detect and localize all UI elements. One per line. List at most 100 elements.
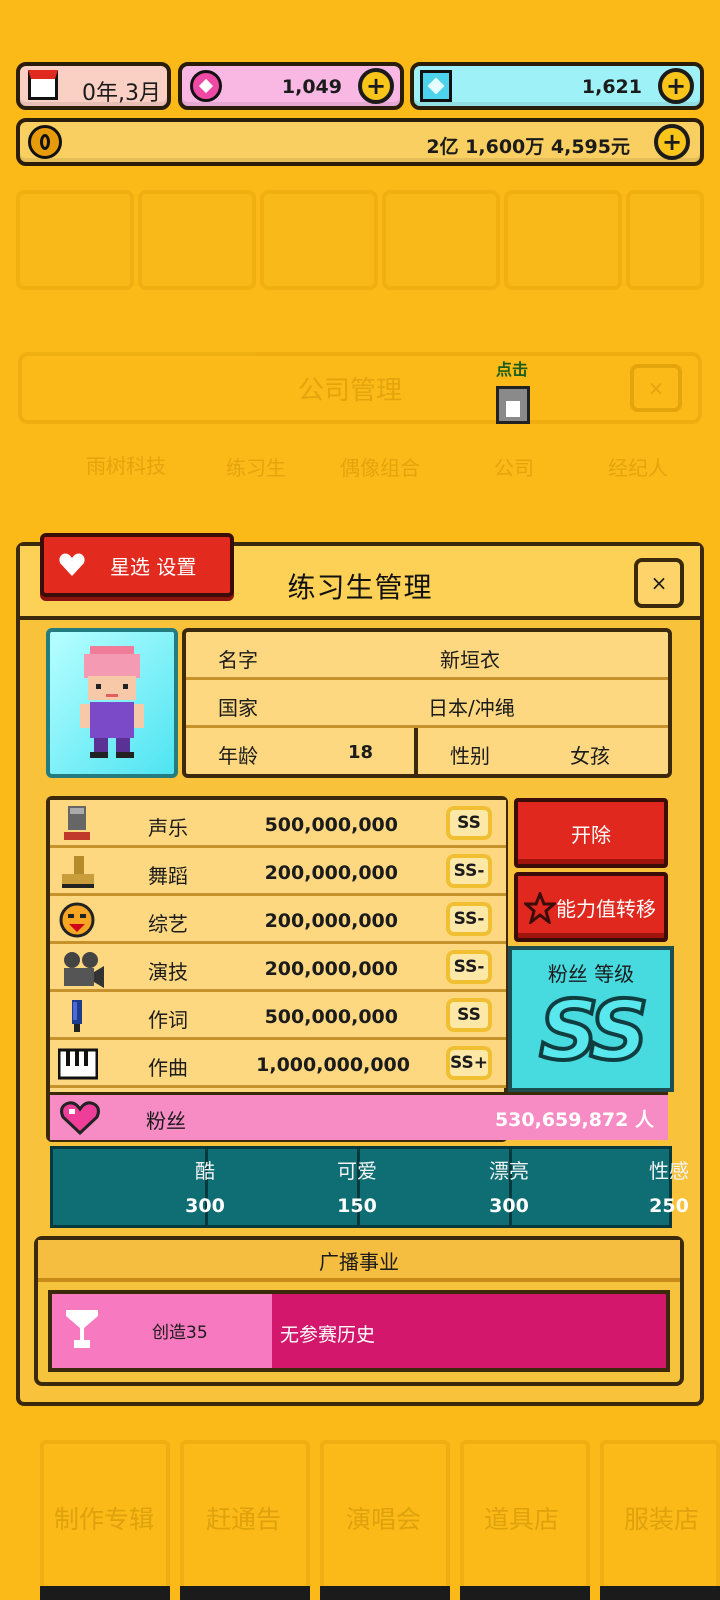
nav-schedule: 赶通告 bbox=[206, 1505, 282, 1534]
show-history: 无参赛历史 bbox=[280, 1324, 376, 1346]
attributes-bar: 酷 300 可爱 150 漂亮 300 性感 250 bbox=[50, 1146, 689, 1228]
gender-label: 性别 bbox=[450, 744, 490, 768]
show-card[interactable]: 创造35 无参赛历史 bbox=[48, 1290, 670, 1372]
stat-grade: SS- bbox=[446, 950, 492, 984]
fan-level-grade: SS bbox=[512, 982, 670, 1081]
pen-icon bbox=[58, 998, 96, 1034]
close-icon: × bbox=[650, 571, 668, 595]
nav-clothing-shop: 服装店 bbox=[624, 1505, 700, 1534]
trainee-portrait-icon bbox=[80, 646, 144, 758]
money-value: 2亿 1,600万 4,595元 bbox=[426, 136, 630, 158]
cat-icon bbox=[496, 386, 530, 424]
camera-icon bbox=[58, 950, 104, 988]
plus-icon: + bbox=[661, 128, 683, 156]
grade-text: SS- bbox=[453, 909, 485, 929]
info-row-name: 名字 新垣衣 bbox=[186, 632, 668, 680]
country-label: 国家 bbox=[218, 696, 258, 720]
dismiss-button[interactable]: 开除 bbox=[514, 798, 668, 868]
broadcast-title: 广播事业 bbox=[319, 1250, 399, 1274]
stat-label: 综艺 bbox=[148, 912, 188, 936]
info-row-age-gender: 年龄 18 性别 女孩 bbox=[186, 728, 668, 776]
nav-album: 制作专辑 bbox=[54, 1505, 155, 1534]
grade-text: SS bbox=[457, 813, 481, 833]
calendar-icon bbox=[28, 70, 58, 100]
stat-value: 200,000,000 bbox=[264, 910, 398, 932]
star-setting-label: 星选 设置 bbox=[110, 555, 197, 579]
stat-grade: SS bbox=[446, 998, 492, 1032]
tab-company: 公司 bbox=[494, 456, 534, 480]
stat-grade: SS- bbox=[446, 854, 492, 888]
fan-level-label: 粉丝 等级 bbox=[547, 962, 635, 986]
stat-row-dance: 舞蹈 200,000,000 SS- bbox=[50, 848, 506, 896]
heart-icon bbox=[58, 551, 86, 577]
grade-text: SS bbox=[457, 1005, 481, 1025]
tab-trainee: 练习生 bbox=[226, 456, 286, 480]
stat-row-lyrics: 作词 500,000,000 SS bbox=[50, 992, 506, 1040]
stat-row-acting: 演技 200,000,000 SS- bbox=[50, 944, 506, 992]
company-close-icon: × bbox=[630, 364, 682, 412]
attr-cool: 酷 300 bbox=[53, 1149, 225, 1225]
stat-grade: SS- bbox=[446, 902, 492, 936]
broadcast-section: 广播事业 创造35 无参赛历史 bbox=[34, 1236, 684, 1386]
stat-label: 舞蹈 bbox=[148, 864, 188, 888]
variety-face-icon bbox=[58, 902, 96, 938]
stat-grade: SS bbox=[446, 806, 492, 840]
stat-row-variety: 综艺 200,000,000 SS- bbox=[50, 896, 506, 944]
tab-manager: 经纪人 bbox=[608, 456, 668, 480]
company-title: 公司管理 bbox=[298, 376, 403, 406]
show-name: 创造35 bbox=[152, 1323, 208, 1343]
coin-icon bbox=[28, 125, 62, 159]
tab-raintree: 雨树科技 bbox=[86, 454, 166, 478]
stat-row-vocal: 声乐 500,000,000 SS bbox=[50, 800, 506, 848]
add-blue-gem-button[interactable]: + bbox=[658, 68, 694, 104]
stat-grade: SS+ bbox=[446, 1046, 492, 1080]
tab-idol-group: 偶像组合 bbox=[340, 456, 420, 480]
click-hint[interactable]: 点击 bbox=[490, 356, 540, 434]
grade-text: SS+ bbox=[450, 1053, 488, 1073]
pink-gem-icon bbox=[190, 70, 222, 102]
age-value: 18 bbox=[348, 742, 374, 763]
attr-name: 性感 bbox=[649, 1159, 689, 1183]
add-money-button[interactable]: + bbox=[654, 124, 690, 160]
stat-label: 声乐 bbox=[148, 816, 188, 840]
attr-pretty: 漂亮 300 bbox=[357, 1149, 529, 1225]
microphone-icon bbox=[58, 806, 96, 842]
pink-gem-value: 1,049 bbox=[281, 76, 342, 98]
close-button[interactable]: × bbox=[634, 558, 684, 608]
dismiss-label: 开除 bbox=[571, 822, 611, 847]
show-tag: 创造35 bbox=[52, 1294, 272, 1368]
broadcast-header: 广播事业 bbox=[38, 1240, 680, 1282]
stat-label: 作曲 bbox=[148, 1056, 188, 1080]
add-pink-gem-button[interactable]: + bbox=[358, 68, 394, 104]
info-row-country: 国家 日本/冲绳 bbox=[186, 680, 668, 728]
attr-value: 250 bbox=[649, 1195, 689, 1217]
stat-value: 500,000,000 bbox=[264, 814, 398, 836]
age-label: 年龄 bbox=[218, 744, 258, 768]
fans-row: 粉丝 530,659,872 人 bbox=[50, 1092, 668, 1140]
fan-level-grade-text: SS bbox=[537, 982, 650, 1081]
fans-label: 粉丝 bbox=[146, 1109, 186, 1133]
fan-level-box: 粉丝 等级 SS bbox=[508, 946, 674, 1092]
heart-icon bbox=[60, 1101, 100, 1139]
trophy-icon bbox=[64, 1306, 100, 1358]
attr-cute: 可爱 150 bbox=[205, 1149, 377, 1225]
name-label: 名字 bbox=[218, 648, 258, 672]
stat-row-composition: 作曲 1,000,000,000 SS+ bbox=[50, 1040, 506, 1088]
stat-label: 演技 bbox=[148, 960, 188, 984]
attr-sexy: 性感 250 bbox=[511, 1149, 689, 1225]
stat-value: 200,000,000 bbox=[264, 958, 398, 980]
stat-label: 作词 bbox=[148, 1008, 188, 1032]
name-value: 新垣衣 bbox=[440, 648, 500, 672]
ability-transfer-button[interactable]: 能力值转移 bbox=[514, 872, 668, 942]
star-setting-button[interactable]: 星选 设置 bbox=[40, 533, 234, 597]
dance-shoe-icon bbox=[58, 854, 96, 890]
nav-concert: 演唱会 bbox=[346, 1505, 422, 1534]
stat-value: 200,000,000 bbox=[264, 862, 398, 884]
country-value: 日本/冲绳 bbox=[428, 696, 515, 720]
fans-value: 530,659,872 人 bbox=[494, 1109, 654, 1131]
blue-gem-value: 1,621 bbox=[581, 76, 642, 98]
trainee-avatar bbox=[46, 628, 178, 778]
click-hint-text: 点击 bbox=[496, 360, 529, 379]
ability-transfer-label: 能力值转移 bbox=[556, 896, 656, 921]
pink-gem-counter: 1,049 + bbox=[178, 62, 404, 110]
